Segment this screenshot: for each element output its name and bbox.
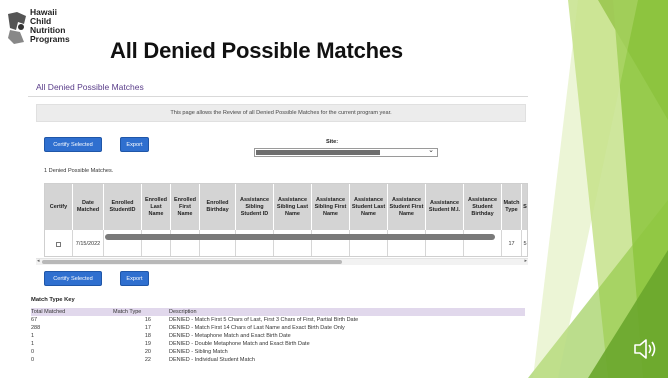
key-desc: DENIED - Match First 5 Chars of Last, Fi… <box>169 317 359 323</box>
match-key-row: 0 22 DENIED - Individual Student Match <box>31 356 525 364</box>
certify-checkbox[interactable] <box>56 241 61 247</box>
site-select[interactable]: ⌄ <box>254 147 438 157</box>
logo: Hawaii Child Nutrition Programs <box>6 6 88 54</box>
logo-mark-icon <box>8 12 26 44</box>
redacted-site-value <box>256 150 380 155</box>
key-desc: DENIED - Individual Student Match <box>169 357 255 363</box>
logo-text: Hawaii Child Nutrition Programs <box>30 8 70 44</box>
scroll-right-icon[interactable]: ▸ <box>524 258 527 264</box>
table-cell: 5 <box>522 230 527 256</box>
key-type: 18 <box>144 333 151 339</box>
key-type: 22 <box>144 357 151 363</box>
match-key-row: 1 18 DENIED - Metaphone Match and Exact … <box>31 332 525 340</box>
key-type: 16 <box>144 317 151 323</box>
match-key-title: Match Type Key <box>31 297 75 303</box>
column-header[interactable]: Assistance Student Last Name <box>350 184 388 230</box>
match-key-row: 1 19 DENIED - Double Metaphone Match and… <box>31 340 525 348</box>
slide-title: All Denied Possible Matches <box>110 38 403 63</box>
column-header[interactable]: Certify <box>45 184 73 230</box>
key-type: 19 <box>144 341 151 347</box>
key-desc: DENIED - Double Metaphone Match and Exac… <box>169 341 310 347</box>
slide: Hawaii Child Nutrition Programs All Deni… <box>0 0 668 378</box>
page-screenshot: All Denied Possible Matches This page al… <box>28 82 528 374</box>
key-total: 1 <box>31 341 35 347</box>
key-total: 288 <box>31 325 41 331</box>
key-total: 1 <box>31 333 35 339</box>
key-header-type: Match Type <box>113 309 142 315</box>
match-key-row: 288 17 DENIED - Match First 14 Chars of … <box>31 324 525 332</box>
certify-selected-button-bottom[interactable]: Certify Selected <box>44 271 102 286</box>
key-desc: DENIED - Sibling Match <box>169 349 228 355</box>
column-header[interactable]: Assistance Sibling Student ID <box>236 184 274 230</box>
scrollbar-thumb[interactable] <box>42 260 342 264</box>
column-header[interactable]: Enrolled First Name <box>171 184 200 230</box>
column-header[interactable]: Assistance Student M.I. <box>426 184 464 230</box>
column-header[interactable]: S <box>522 184 527 230</box>
column-header[interactable]: Match Type <box>502 184 522 230</box>
page-heading: All Denied Possible Matches <box>36 82 144 92</box>
certify-selected-button[interactable]: Certify Selected <box>44 137 102 152</box>
redacted-row-data <box>105 234 495 240</box>
table-header: Certify Date Matched Enrolled StudentID … <box>45 184 527 230</box>
column-header[interactable]: Enrolled StudentID <box>104 184 142 230</box>
key-total: 0 <box>31 357 35 363</box>
divider <box>28 96 528 97</box>
key-total: 0 <box>31 349 35 355</box>
info-banner: This page allows the Review of all Denie… <box>36 104 526 122</box>
export-button[interactable]: Export <box>120 137 149 152</box>
column-header[interactable]: Enrolled Last Name <box>142 184 171 230</box>
column-header[interactable]: Assistance Student First Name <box>388 184 426 230</box>
column-header[interactable]: Enrolled Birthday <box>200 184 236 230</box>
key-total: 67 <box>31 317 38 323</box>
match-type-cell: 17 <box>502 230 522 256</box>
key-type: 17 <box>144 325 151 331</box>
export-button-bottom[interactable]: Export <box>120 271 149 286</box>
column-header[interactable]: Assistance Sibling First Name <box>312 184 350 230</box>
results-table: Certify Date Matched Enrolled StudentID … <box>44 183 528 257</box>
match-key-row: 0 20 DENIED - Sibling Match <box>31 348 525 356</box>
key-header-desc: Description <box>169 309 197 315</box>
site-label: Site: <box>326 139 339 145</box>
column-header[interactable]: Assistance Sibling Last Name <box>274 184 312 230</box>
key-type: 20 <box>144 349 151 355</box>
scroll-left-icon[interactable]: ◂ <box>37 258 40 264</box>
key-desc: DENIED - Metaphone Match and Exact Birth… <box>169 333 291 339</box>
logo-line: Programs <box>30 34 70 44</box>
certify-cell <box>45 230 73 256</box>
key-header-total: Total Matched <box>31 309 66 315</box>
column-header[interactable]: Assistance Student Birthday <box>464 184 502 230</box>
match-key-row: 67 16 DENIED - Match First 5 Chars of La… <box>31 316 525 324</box>
speaker-icon[interactable] <box>632 336 658 362</box>
match-key-header: Total Matched Match Type Description <box>31 308 525 316</box>
key-desc: DENIED - Match First 14 Chars of Last Na… <box>169 325 345 331</box>
chevron-down-icon: ⌄ <box>428 147 434 154</box>
horizontal-scrollbar[interactable]: ◂ ▸ <box>36 258 528 265</box>
date-cell: 7/15/2022 <box>73 230 104 256</box>
results-count: 1 Denied Possible Matches. <box>44 168 114 174</box>
column-header[interactable]: Date Matched <box>73 184 104 230</box>
